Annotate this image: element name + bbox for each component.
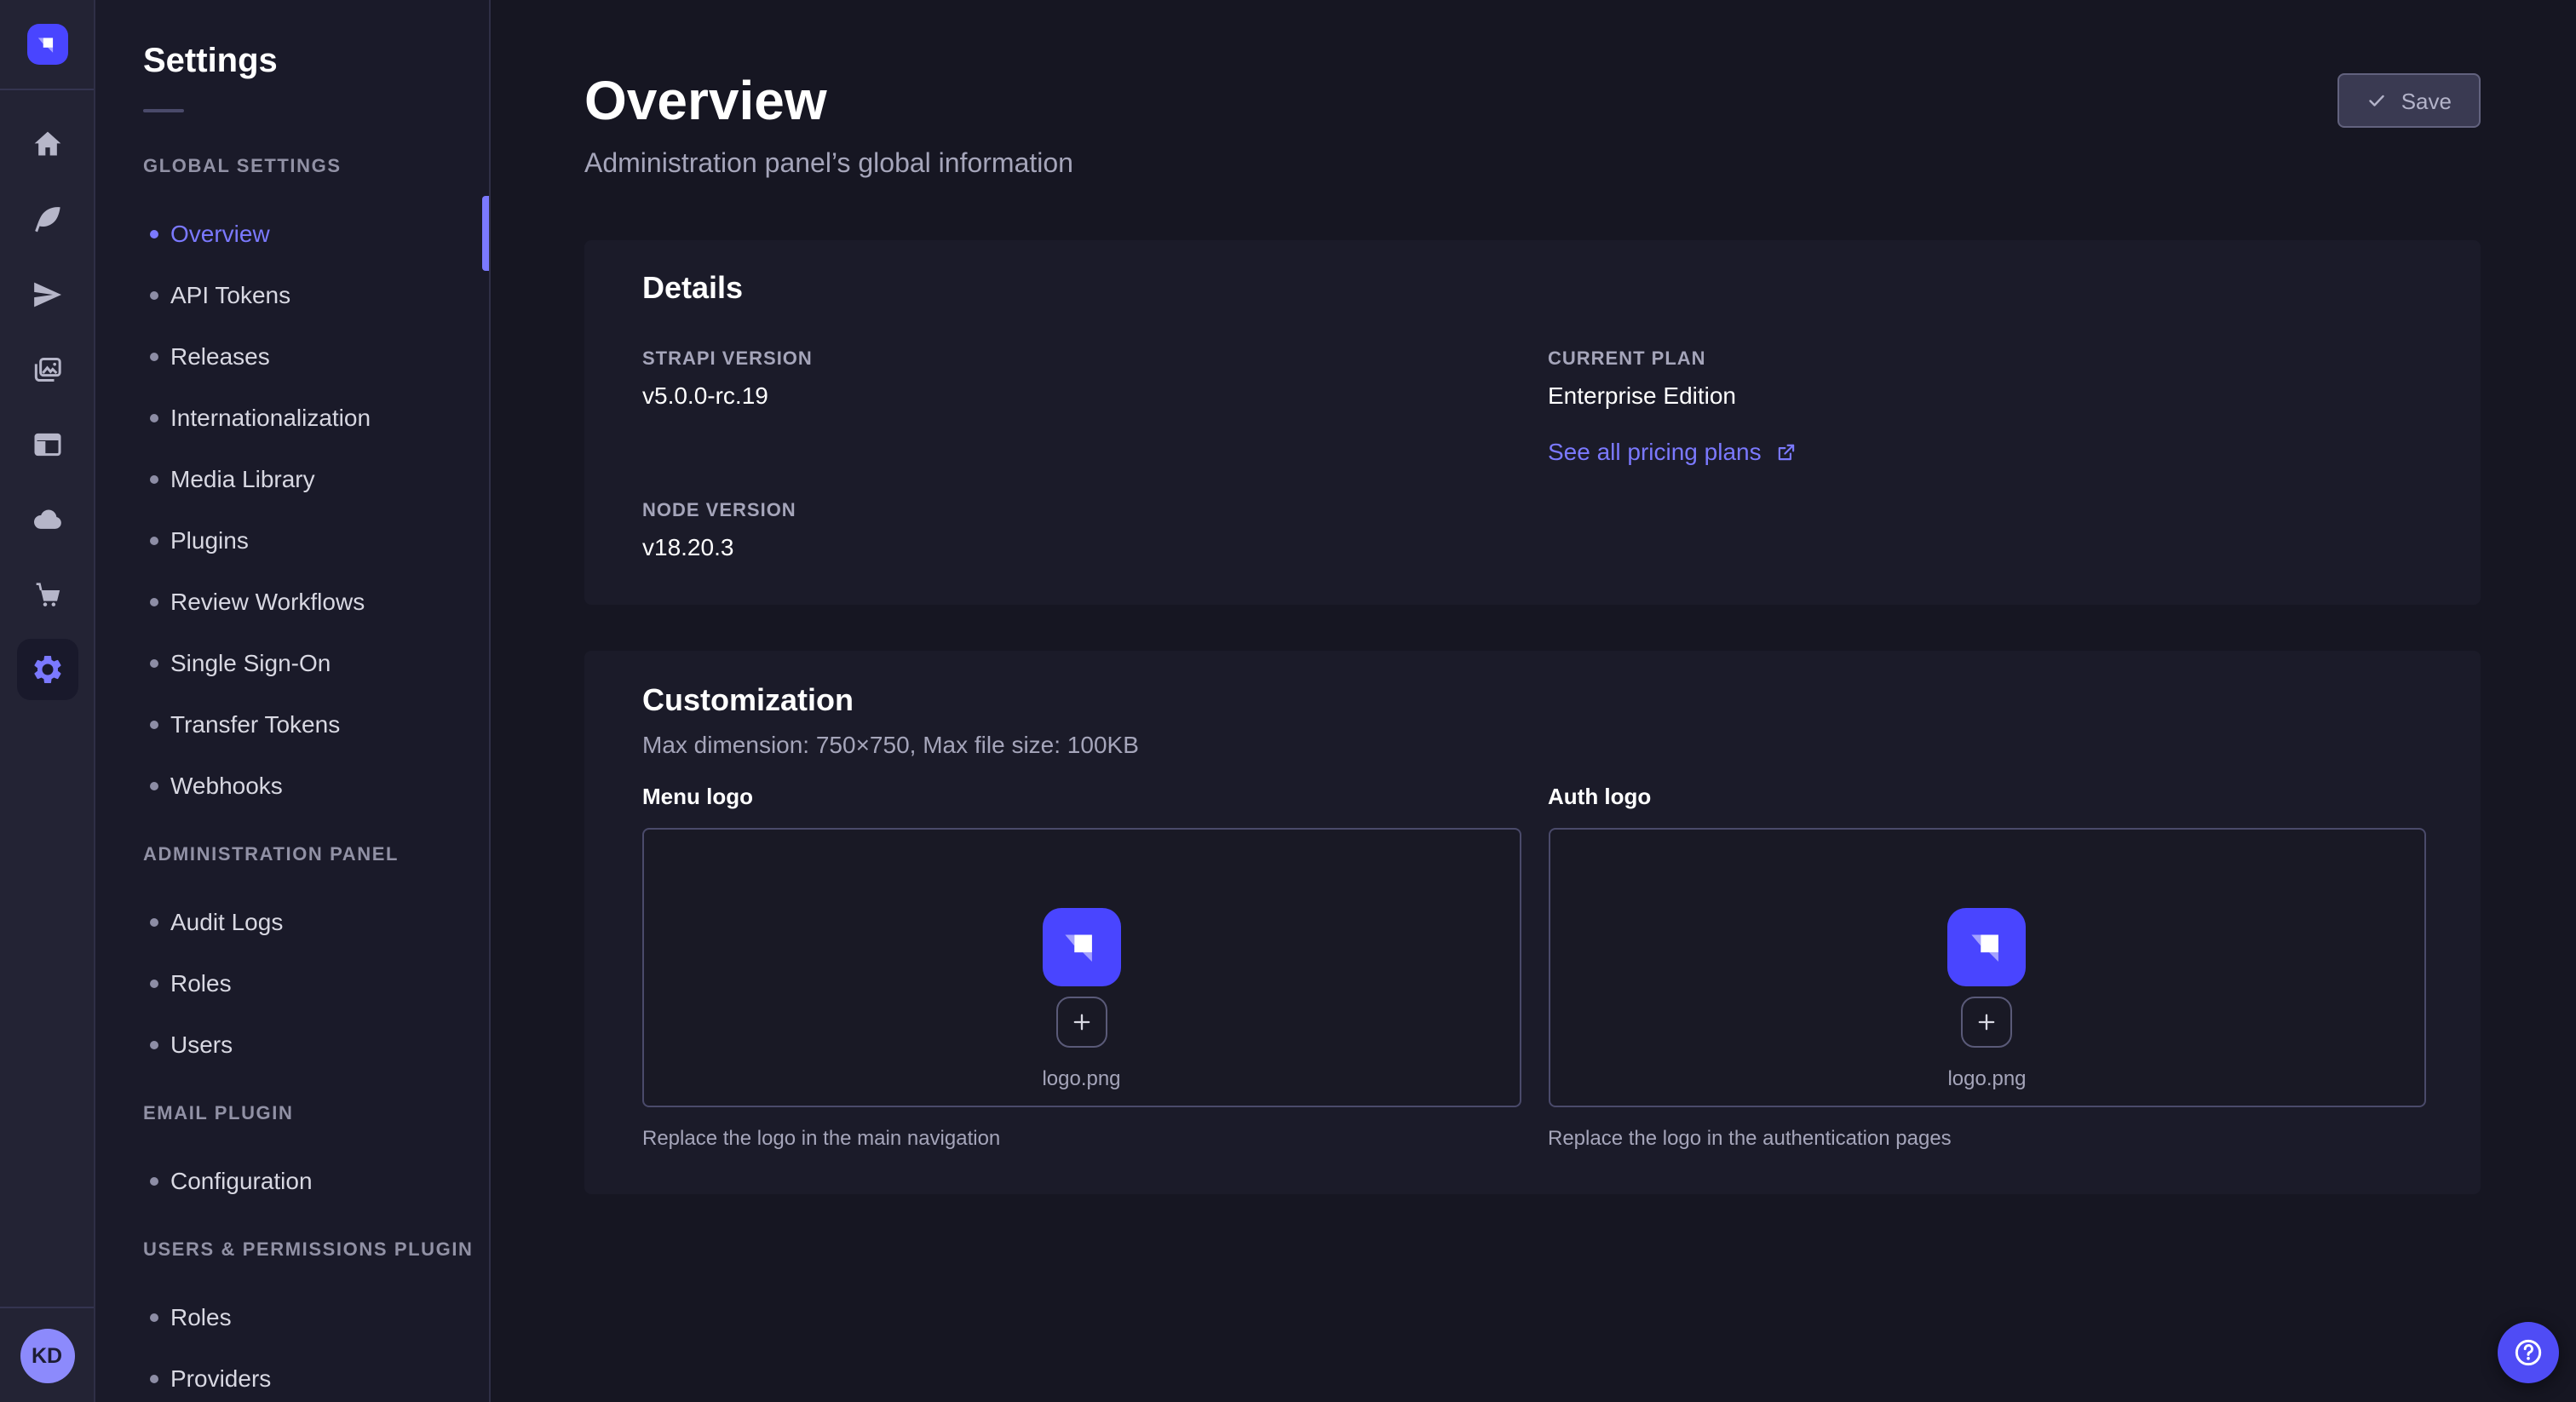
subnav-title: Settings [143,41,489,82]
subnav-item-internationalization[interactable]: Internationalization [95,387,489,448]
auth-logo-group: Auth logo logo.png Replace the logo in t… [1548,784,2426,1152]
customization-constraints: Max dimension: 750×750, Max file size: 1… [642,727,2426,761]
node-version-field: NODE VERSION v18.20.3 [642,501,1521,562]
bullet-icon [150,1176,158,1185]
subnav-item-transfer-tokens[interactable]: Transfer Tokens [95,693,489,755]
bullet-icon [150,536,158,544]
bullet-icon [150,413,158,422]
user-avatar[interactable]: KD [20,1328,74,1382]
bullet-icon [150,290,158,299]
bullet-icon [150,1040,158,1049]
settings-rail-item[interactable] [0,632,94,707]
main-content: Overview Administration panel’s global i… [491,0,2576,1402]
page-subtitle: Administration panel’s global informatio… [584,147,1073,184]
rail-nav [0,90,94,707]
auth-logo-filename: logo.png [1947,1066,2026,1090]
section-global-settings: GLOBAL SETTINGS Overview API Tokens Rele… [95,157,489,816]
media-library-icon[interactable] [0,332,94,407]
workspace-logo[interactable] [0,0,94,90]
section-administration-panel: ADMINISTRATION PANEL Audit Logs Roles Us… [95,845,489,1075]
page-header: Overview Administration panel’s global i… [584,68,2481,184]
help-button[interactable] [2498,1322,2559,1383]
main-nav-rail: KD [0,0,95,1402]
subnav-item-api-tokens[interactable]: API Tokens [95,264,489,325]
marketplace-icon[interactable] [0,557,94,632]
bullet-icon [150,658,158,667]
section-email-plugin: EMAIL PLUGIN Configuration [95,1104,489,1211]
subnav-item-up-providers[interactable]: Providers [95,1347,489,1402]
bullet-icon [150,917,158,926]
external-link-icon [1775,440,1797,463]
subnav-item-releases[interactable]: Releases [95,325,489,387]
subnav-item-webhooks[interactable]: Webhooks [95,755,489,816]
subnav-item-plugins[interactable]: Plugins [95,509,489,571]
content-type-builder-icon[interactable] [0,407,94,482]
subnav-item-admin-roles[interactable]: Roles [95,952,489,1014]
auth-logo-add-button[interactable] [1962,997,2013,1048]
subnav-item-single-sign-on[interactable]: Single Sign-On [95,632,489,693]
subnav-item-overview[interactable]: Overview [95,203,489,264]
bullet-icon [150,979,158,987]
bullet-icon [150,720,158,728]
bullet-icon [150,1374,158,1382]
menu-logo-preview [1043,908,1121,986]
menu-logo-label: Menu logo [642,784,1521,811]
menu-logo-dropzone[interactable]: logo.png [642,828,1521,1107]
plus-icon [1975,1010,1999,1034]
settings-subnav: Settings GLOBAL SETTINGS Overview API To… [95,0,491,1402]
menu-logo-group: Menu logo logo.png Replace the logo in t… [642,784,1521,1152]
section-label: ADMINISTRATION PANEL [143,845,489,867]
save-button[interactable]: Save [2338,73,2481,128]
section-label: GLOBAL SETTINGS [143,157,489,179]
subnav-item-media-library[interactable]: Media Library [95,448,489,509]
auth-logo-dropzone[interactable]: logo.png [1548,828,2426,1107]
section-users-permissions-plugin: USERS & PERMISSIONS PLUGIN Roles Provide… [95,1240,489,1402]
subnav-item-audit-logs[interactable]: Audit Logs [95,891,489,952]
question-mark-icon [2511,1336,2545,1370]
plus-icon [1070,1010,1094,1034]
bullet-icon [150,781,158,790]
auth-logo-preview [1948,908,2027,986]
details-card-title: Details [642,269,2426,307]
menu-logo-filename: logo.png [1042,1066,1120,1090]
settings-icon [16,639,78,700]
section-label: USERS & PERMISSIONS PLUGIN [143,1240,489,1262]
subnav-item-email-configuration[interactable]: Configuration [95,1150,489,1211]
subnav-item-review-workflows[interactable]: Review Workflows [95,571,489,632]
releases-icon[interactable] [0,257,94,332]
pricing-plans-link[interactable]: See all pricing plans [1548,438,1797,465]
rail-user-area: KD [0,1307,94,1402]
subnav-item-admin-users[interactable]: Users [95,1014,489,1075]
bullet-icon [150,1313,158,1321]
active-indicator [482,196,489,271]
auth-logo-label: Auth logo [1548,784,2426,811]
bullet-icon [150,597,158,606]
bullet-icon [150,229,158,238]
auth-logo-hint: Replace the logo in the authentication p… [1548,1124,2426,1152]
menu-logo-hint: Replace the logo in the main navigation [642,1124,1521,1152]
details-card: Details STRAPI VERSION v5.0.0-rc.19 CURR… [584,240,2481,605]
strapi-logo-icon [26,24,67,65]
subnav-divider [143,109,184,112]
home-icon[interactable] [0,107,94,182]
section-label: EMAIL PLUGIN [143,1104,489,1126]
bullet-icon [150,474,158,483]
customization-card: Customization Max dimension: 750×750, Ma… [584,651,2481,1194]
cloud-icon[interactable] [0,482,94,557]
content-manager-icon[interactable] [0,182,94,257]
subnav-item-up-roles[interactable]: Roles [95,1286,489,1347]
strapi-version-field: STRAPI VERSION v5.0.0-rc.19 [642,349,1521,468]
customization-card-title: Customization [642,681,2426,719]
app-window: KD Settings GLOBAL SETTINGS Overview API… [0,0,2576,1402]
menu-logo-add-button[interactable] [1056,997,1107,1048]
page-title: Overview [584,68,1073,133]
current-plan-field: CURRENT PLAN Enterprise Edition See all … [1548,349,2426,468]
bullet-icon [150,352,158,360]
check-icon [2367,90,2388,111]
